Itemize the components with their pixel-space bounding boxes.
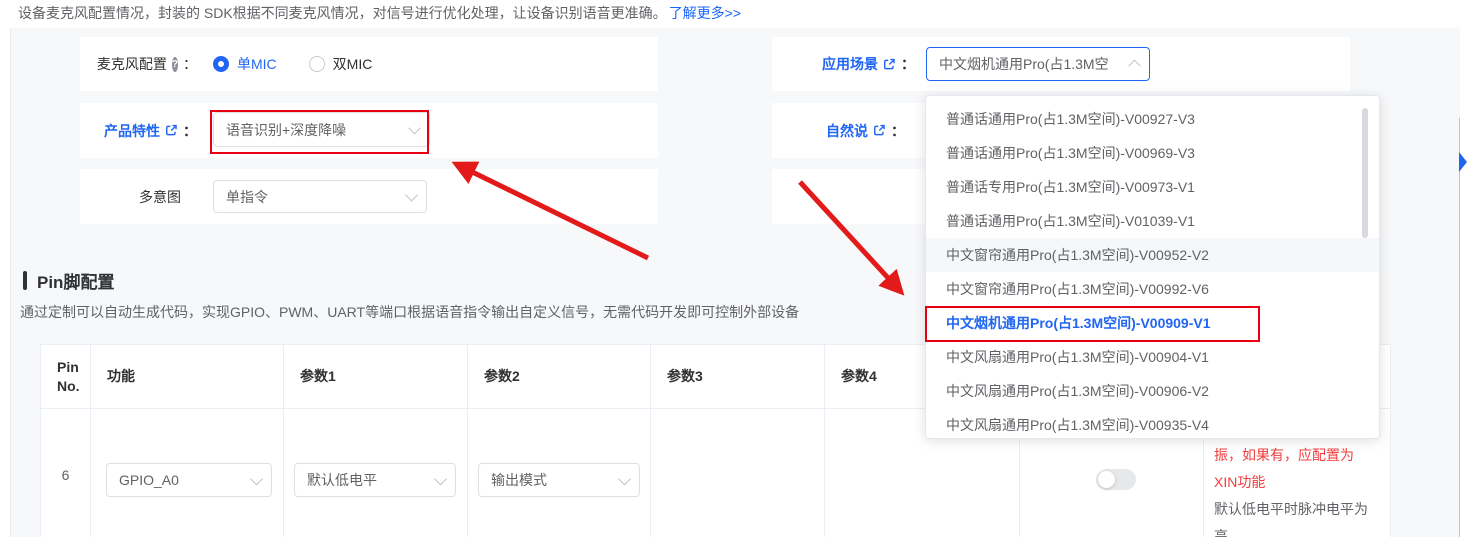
chevron-down-icon	[405, 189, 418, 202]
page: 设备麦克风配置情况，封装的 SDK根据不同麦克风情况，对信号进行优化处理，让设备…	[0, 0, 1468, 537]
dropdown-option[interactable]: 中文风扇通用Pro(占1.3M空间)-V00935-V4	[926, 408, 1379, 442]
param1-value: 默认低电平	[307, 470, 377, 490]
dropdown-option[interactable]: 中文窗帘通用Pro(占1.3M空间)-V00952-V2	[926, 238, 1379, 272]
chevron-down-icon	[408, 122, 421, 135]
param3-cell	[651, 409, 825, 537]
mic-config-label: 麦克风配置	[97, 54, 167, 74]
param2-cell: 输出模式	[468, 409, 651, 537]
mic-radio-option[interactable]: 单MIC	[213, 54, 277, 74]
section-title-bar	[23, 271, 27, 290]
dropdown-option[interactable]: 普通话专用Pro(占1.3M空间)-V00973-V1	[926, 170, 1379, 204]
natural-speech-label-group: 自然说 ：	[792, 103, 905, 158]
right-panel-divider	[1459, 118, 1460, 537]
app-scene-select[interactable]: 中文烟机通用Pro(占1.3M空	[926, 47, 1150, 81]
label-colon: ：	[891, 121, 905, 141]
radio-icon	[309, 56, 325, 72]
param2-select[interactable]: 输出模式	[478, 463, 640, 497]
intro-row: 设备麦克风配置情况，封装的 SDK根据不同麦克风情况，对信号进行优化处理，让设备…	[18, 3, 741, 23]
product-feature-select[interactable]: 语音识别+深度降噪	[213, 112, 430, 147]
param1-cell: 默认低电平	[284, 409, 468, 537]
radio-label: 单MIC	[237, 54, 277, 74]
radio-label: 双MIC	[333, 54, 373, 74]
multi-intent-select[interactable]: 单指令	[213, 180, 427, 213]
multi-intent-value: 单指令	[226, 187, 268, 207]
app-scene-label-group: 应用场景 ：	[792, 37, 915, 91]
table-header: Pin No.	[41, 345, 91, 409]
function-value: GPIO_A0	[119, 472, 179, 488]
function-cell: GPIO_A0	[91, 409, 284, 537]
toggle-knob	[1098, 471, 1115, 488]
mic-config-label-group: 麦克风配置 ? ：	[97, 37, 197, 91]
chevron-up-icon	[1128, 59, 1141, 72]
table-header: 参数2	[468, 345, 651, 409]
chevron-down-icon	[618, 472, 631, 485]
multi-intent-label: 多意图	[139, 187, 181, 207]
dropdown-option[interactable]: 普通话通用Pro(占1.3M空间)-V00927-V3	[926, 102, 1379, 136]
product-feature-label: 产品特性	[104, 121, 160, 141]
expand-panel-handle[interactable]	[1459, 152, 1467, 172]
dropdown-option[interactable]: 普通话通用Pro(占1.3M空间)-V00969-V3	[926, 136, 1379, 170]
table-header: 功能	[91, 345, 284, 409]
dropdown-scrollbar[interactable]	[1362, 108, 1368, 238]
dropdown-option[interactable]: 普通话通用Pro(占1.3M空间)-V01039-V1	[926, 204, 1379, 238]
function-select[interactable]: GPIO_A0	[106, 463, 272, 497]
table-header: 参数3	[651, 345, 825, 409]
mic-config-card: 麦克风配置 ? ： 单MIC 双MIC	[80, 37, 658, 91]
app-scene-value: 中文烟机通用Pro(占1.3M空	[939, 54, 1109, 74]
pin-section-title: Pin脚配置	[37, 268, 114, 293]
table-header: 参数1	[284, 345, 468, 409]
natural-speech-label: 自然说	[826, 121, 868, 141]
param2-value: 输出模式	[491, 470, 547, 490]
external-link-icon[interactable]	[883, 58, 896, 71]
chevron-down-icon	[434, 472, 447, 485]
param1-select[interactable]: 默认低电平	[294, 463, 456, 497]
label-colon: ：	[183, 54, 197, 74]
product-feature-card: 产品特性 ： 语音识别+深度降噪	[80, 103, 658, 158]
product-feature-value: 语音识别+深度降噪	[226, 120, 346, 140]
dropdown-option[interactable]: 中文风扇通用Pro(占1.3M空间)-V00906-V2	[926, 374, 1379, 408]
remark-note-text: 默认低电平时脉冲电平为高	[1214, 496, 1376, 537]
external-link-icon[interactable]	[873, 124, 886, 137]
pin-toggle-switch[interactable]	[1096, 469, 1136, 490]
product-feature-label-group: 产品特性 ：	[97, 103, 197, 158]
dropdown-option[interactable]: 中文风扇通用Pro(占1.3M空间)-V00904-V1	[926, 340, 1379, 374]
app-scene-label: 应用场景	[822, 54, 878, 74]
learn-more-link[interactable]: 了解更多>>	[669, 5, 741, 21]
multi-intent-label-group: 多意图	[97, 169, 181, 224]
radio-icon	[213, 56, 229, 72]
pin-section-description: 通过定制可以自动生成代码，实现GPIO、PWM、UART等端口根据语音指令输出自…	[20, 302, 799, 322]
label-colon: ：	[183, 121, 197, 141]
mic-radio-option[interactable]: 双MIC	[309, 54, 373, 74]
pin-number-cell: 6	[41, 409, 91, 537]
intro-description: 设备麦克风配置情况，封装的 SDK根据不同麦克风情况，对信号进行优化处理，让设备…	[18, 5, 667, 21]
label-colon: ：	[901, 54, 915, 74]
mic-radio-group: 单MIC 双MIC	[213, 37, 372, 91]
help-icon[interactable]: ?	[172, 57, 178, 72]
chevron-down-icon	[250, 472, 263, 485]
scene-dropdown-panel: 普通话通用Pro(占1.3M空间)-V00927-V3普通话通用Pro(占1.3…	[925, 95, 1380, 439]
external-link-icon[interactable]	[165, 124, 178, 137]
multi-intent-card: 多意图 单指令	[80, 169, 658, 224]
app-scene-card: 应用场景 ： 中文烟机通用Pro(占1.3M空	[772, 37, 1350, 91]
dropdown-option[interactable]: 中文窗帘通用Pro(占1.3M空间)-V00992-V6	[926, 272, 1379, 306]
dropdown-option[interactable]: 中文烟机通用Pro(占1.3M空间)-V00909-V1	[926, 306, 1379, 340]
remark-warning-text: 振，如果有，应配置为XIN功能	[1214, 442, 1376, 496]
